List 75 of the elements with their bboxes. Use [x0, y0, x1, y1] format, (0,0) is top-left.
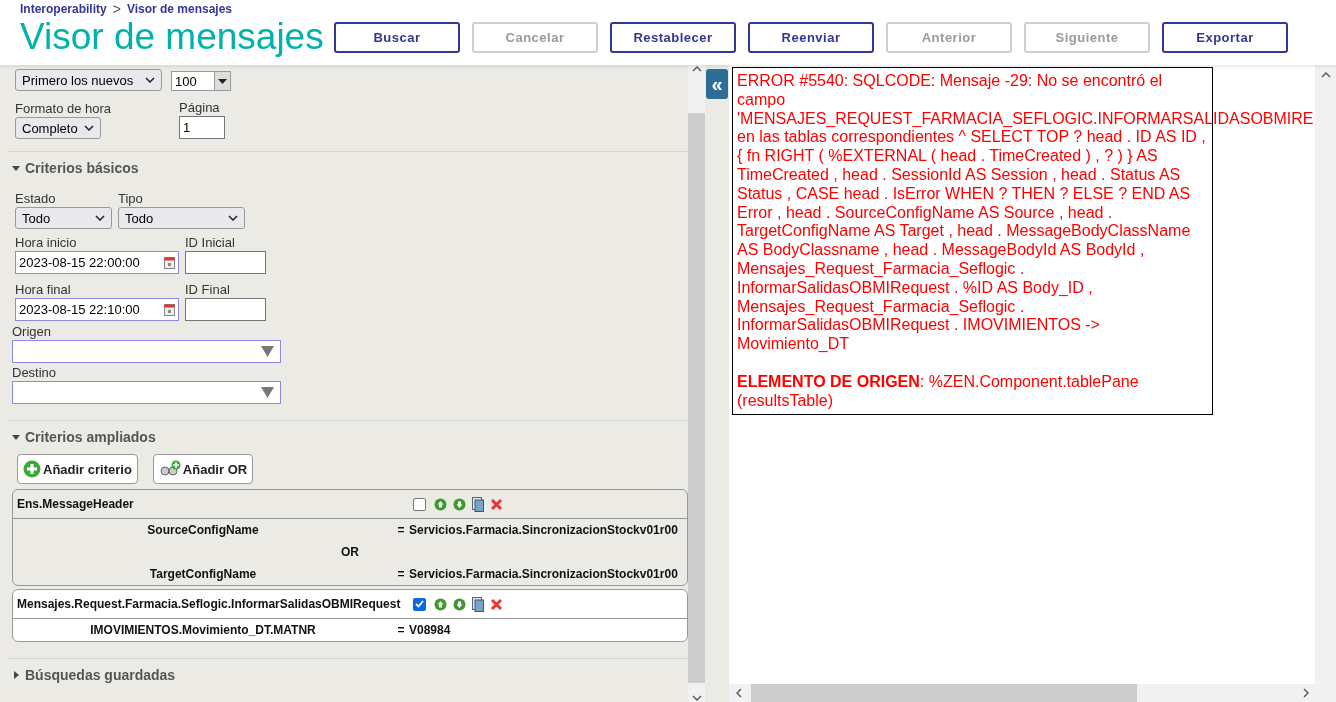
scroll-up-icon[interactable] — [1320, 71, 1331, 79]
class-name: Mensajes.Request.Farmacia.Seflogic.InformarSalidasOBMIRequest — [17, 597, 402, 611]
close-icon[interactable] — [490, 597, 503, 611]
plus-icon — [23, 460, 41, 478]
section-title[interactable]: Búsquedas guardadas — [25, 667, 176, 683]
calendar-icon[interactable] — [164, 256, 175, 269]
status-select[interactable]: Todo — [15, 207, 112, 229]
field-label: Origen — [12, 324, 53, 340]
breadcrumb-link[interactable]: Visor de mensajes — [126, 2, 233, 16]
condition-value: V08984 — [409, 623, 452, 637]
id-input[interactable] — [185, 298, 266, 321]
field-label: Hora inicio — [15, 235, 78, 251]
chevron-down-icon — [84, 125, 94, 131]
combo-field[interactable] — [12, 340, 281, 363]
chevron-down-icon — [145, 77, 155, 83]
section-title[interactable]: Criterios básicos — [25, 160, 139, 176]
toolbar-button[interactable]: Reenviar — [748, 21, 874, 53]
id-input[interactable] — [185, 251, 266, 274]
calendar-icon[interactable] — [164, 303, 175, 316]
glasses-plus-icon — [158, 460, 181, 478]
field-label: Estado — [15, 191, 57, 207]
field-label: Página — [179, 100, 221, 116]
breadcrumb-link[interactable]: Interoperability — [20, 2, 107, 16]
breadcrumb-separator: > — [112, 1, 121, 17]
toolbar-button[interactable]: Buscar — [334, 21, 460, 53]
date-time-input[interactable]: 2023-08-15 22:10:00 — [15, 298, 179, 321]
class-name: Ens.MessageHeader — [17, 497, 135, 511]
toolbar-button[interactable]: Exportar — [1162, 21, 1288, 53]
field-label: Destino — [12, 365, 58, 381]
combo-field[interactable] — [12, 381, 281, 404]
scroll-right-icon[interactable] — [1302, 688, 1310, 698]
chevron-down-icon — [95, 215, 105, 221]
scrollbar[interactable] — [1315, 65, 1336, 684]
page-input[interactable]: 1 — [179, 116, 226, 139]
section-title[interactable]: Criterios ampliados — [25, 429, 156, 445]
field-label: Hora final — [15, 282, 72, 298]
scroll-down-icon[interactable] — [691, 694, 702, 702]
toolbar-button[interactable]: Restablecer — [610, 21, 736, 53]
page-title: Visor de mensajes — [20, 16, 325, 58]
field-label: Tipo — [118, 191, 144, 207]
condition-operator: = — [396, 623, 406, 637]
date-time-input[interactable]: 2023-08-15 22:00:00 — [15, 251, 179, 274]
condition-operator: = — [396, 567, 406, 581]
expand-triangle-icon[interactable] — [12, 671, 20, 679]
condition-field: TargetConfigName — [13, 567, 393, 581]
field-label: ID Inicial — [185, 235, 236, 251]
type-select[interactable]: Todo — [118, 207, 245, 229]
add-criterion-button[interactable]: Añadir criterio — [17, 454, 138, 484]
scrollbar[interactable] — [688, 65, 705, 702]
condition-value: Servicios.Farmacia.SincronizacionStockv01r00 — [409, 567, 679, 581]
condition-field: IMOVIMIENTOS.Movimiento_DT.MATNR — [13, 623, 393, 637]
chevron-down-icon — [228, 215, 238, 221]
scroll-up-icon[interactable] — [691, 65, 702, 73]
condition-value: Servicios.Farmacia.SincronizacionStockv01r00 — [409, 523, 679, 537]
sort-select[interactable]: Primero los nuevos — [15, 69, 162, 91]
collapse-triangle-icon[interactable] — [12, 433, 20, 441]
condition-operator: = — [396, 523, 406, 537]
document-icon[interactable] — [472, 496, 484, 512]
condition-field: SourceConfigName — [13, 523, 393, 537]
time-format-select[interactable]: Completo — [15, 117, 101, 139]
checkbox[interactable] — [413, 597, 426, 611]
page-size-combo[interactable]: 100 — [171, 71, 231, 91]
add-or-button[interactable]: Añadir OR — [152, 454, 254, 484]
or-operator: OR — [340, 545, 360, 559]
horizontal-scrollbar[interactable] — [729, 684, 1336, 702]
document-icon[interactable] — [472, 596, 484, 612]
field-label: Formato de hora — [15, 101, 112, 117]
dropdown-arrow-icon[interactable] — [218, 78, 227, 84]
collapse-panel-button[interactable]: « — [706, 69, 728, 99]
close-icon[interactable] — [490, 497, 503, 511]
checkbox[interactable] — [413, 497, 426, 511]
field-label: ID Final — [185, 282, 231, 298]
scroll-left-icon[interactable] — [735, 688, 743, 698]
error-source: ELEMENTO DE ORIGEN: %ZEN.Component.tablePane (resultsTable) — [737, 372, 1140, 411]
collapse-triangle-icon[interactable] — [12, 164, 20, 172]
